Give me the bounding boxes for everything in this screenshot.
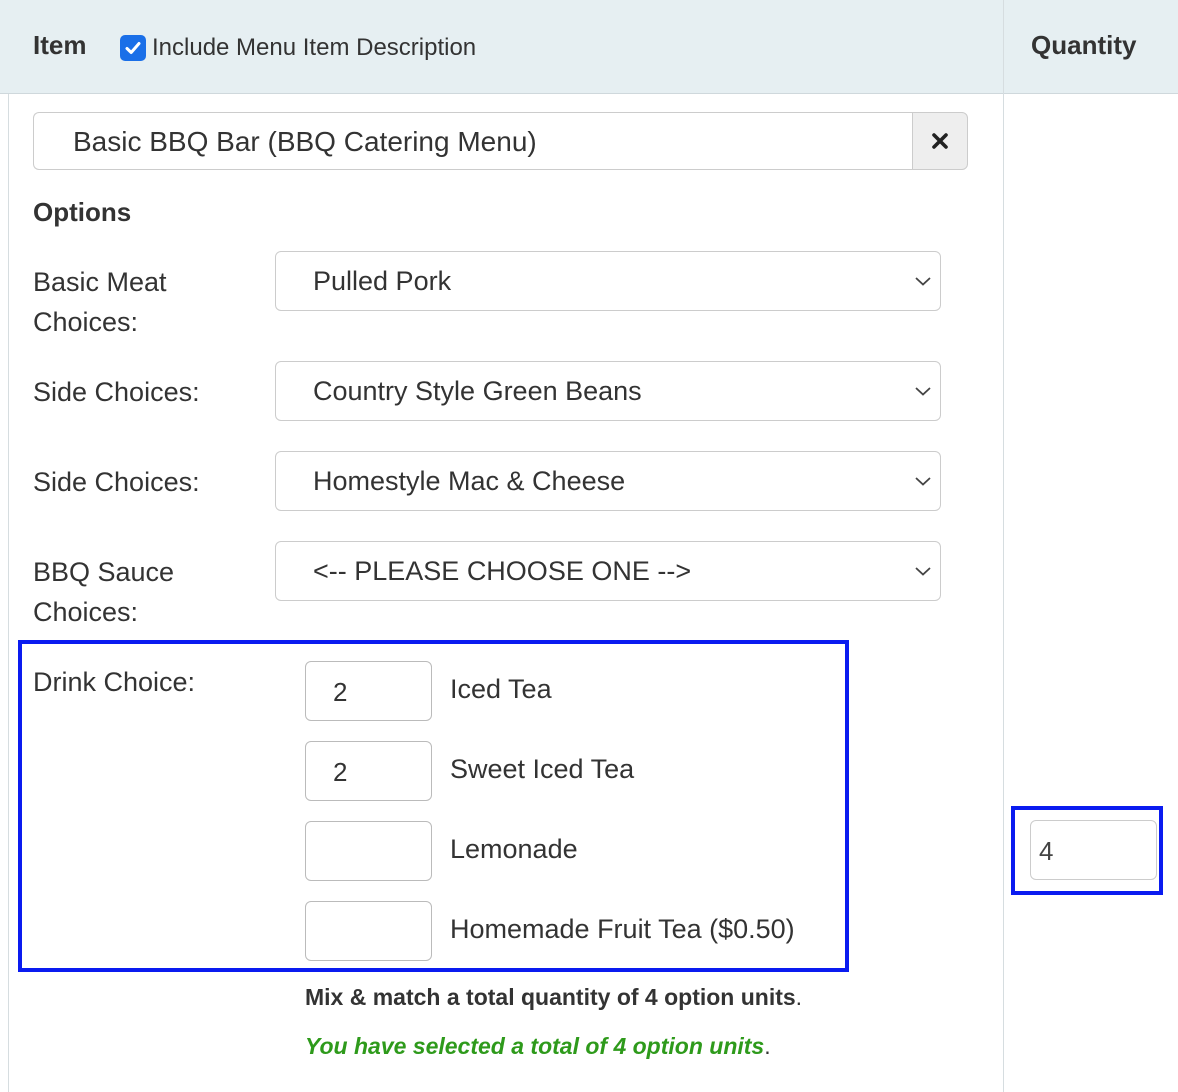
include-description-label[interactable]: Include Menu Item Description (152, 34, 476, 62)
bbq-sauce-choices-label: BBQ Sauce Choices: (33, 557, 175, 627)
close-icon (932, 133, 948, 149)
chevron-down-icon (915, 567, 931, 576)
fruit-tea-label: Homemade Fruit Tea ($0.50) (450, 914, 795, 944)
chevron-down-icon (915, 277, 931, 286)
quantity-column-header: Quantity (1031, 30, 1137, 60)
side-choices-select-1[interactable]: Country Style Green Beans (275, 361, 941, 421)
mix-match-period: . (795, 984, 803, 1010)
mix-match-info: Mix & match a total quantity of 4 option… (305, 982, 802, 1012)
item-column-header: Item (33, 30, 87, 60)
side-choices-select-2[interactable]: Homestyle Mac & Cheese (275, 451, 941, 511)
side-choices-label-1: Side Choices: (33, 377, 200, 407)
mix-match-text: Mix & match a total quantity of 4 option… (305, 984, 796, 1010)
fruit-tea-quantity-input[interactable] (305, 901, 432, 961)
clear-item-button[interactable] (912, 112, 968, 170)
select-value: Pulled Pork (313, 266, 452, 296)
iced-tea-quantity-input[interactable]: 2 (305, 661, 432, 721)
meat-choices-select[interactable]: Pulled Pork (275, 251, 941, 311)
chevron-down-icon (915, 477, 931, 486)
iced-tea-label: Iced Tea (450, 674, 552, 704)
drink-choice-label: Drink Choice: (33, 667, 196, 697)
select-value: Homestyle Mac & Cheese (313, 466, 626, 496)
chevron-down-icon (915, 387, 931, 396)
table-left-border (8, 94, 9, 1092)
item-quantity-input[interactable]: 4 (1030, 820, 1157, 880)
select-value: Country Style Green Beans (313, 376, 642, 406)
side-choices-label-2: Side Choices: (33, 467, 200, 497)
options-heading: Options (33, 197, 132, 227)
selected-item-text[interactable]: Basic BBQ Bar (BBQ Catering Menu) (73, 126, 537, 158)
selected-total-status: You have selected a total of 4 option un… (305, 1031, 771, 1061)
checkmark-icon (125, 42, 141, 54)
meat-choices-label: Basic Meat Choices: (33, 267, 167, 337)
include-description-checkbox[interactable] (120, 35, 146, 61)
selected-total-period: . (764, 1033, 771, 1059)
sweet-iced-tea-quantity-input[interactable]: 2 (305, 741, 432, 801)
lemonade-quantity-input[interactable] (305, 821, 432, 881)
selected-total-text: You have selected a total of 4 option un… (305, 1033, 765, 1059)
lemonade-label: Lemonade (450, 834, 578, 864)
bbq-sauce-choices-select[interactable]: <-- PLEASE CHOOSE ONE --> (275, 541, 941, 601)
sweet-iced-tea-label: Sweet Iced Tea (450, 754, 635, 784)
select-value: <-- PLEASE CHOOSE ONE --> (313, 556, 692, 586)
column-divider (1003, 0, 1004, 1092)
